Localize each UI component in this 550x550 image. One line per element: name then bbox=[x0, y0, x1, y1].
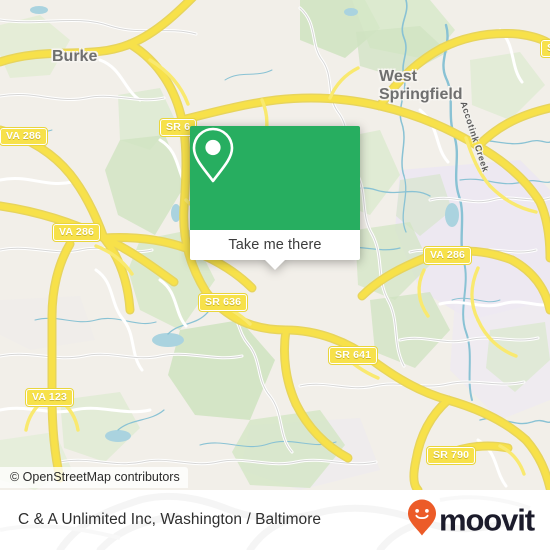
road-shield-edge-clipped[interactable]: S bbox=[539, 39, 550, 58]
moovit-logo[interactable]: moovit bbox=[407, 499, 535, 542]
osm-attribution[interactable]: © OpenStreetMap contributors bbox=[0, 467, 188, 488]
location-title: C & A Unlimited Inc, Washington / Baltim… bbox=[18, 511, 322, 528]
take-me-there-label: Take me there bbox=[228, 237, 322, 253]
moovit-wordmark: moovit bbox=[438, 502, 535, 538]
screenshot-root: Burke West Springfield Accotink Creek VA… bbox=[0, 0, 550, 550]
road-shield-va286-right[interactable]: VA 286 bbox=[422, 246, 473, 265]
road-shield-va123[interactable]: VA 123 bbox=[24, 388, 75, 407]
road-shield-sr636[interactable]: SR 636 bbox=[197, 293, 249, 312]
road-shield-va286-west[interactable]: VA 286 bbox=[0, 127, 49, 146]
road-shield-sr641[interactable]: SR 641 bbox=[327, 346, 379, 365]
take-me-there-popup[interactable]: Take me there bbox=[190, 126, 360, 270]
map-canvas[interactable]: Burke West Springfield Accotink Creek VA… bbox=[0, 0, 550, 490]
road-shield-sr790[interactable]: SR 790 bbox=[425, 446, 477, 465]
road-shield-va286-left[interactable]: VA 286 bbox=[51, 223, 102, 242]
popup-icon-area bbox=[190, 126, 360, 230]
popup-pointer-tail bbox=[264, 259, 286, 270]
popup-action-area[interactable]: Take me there bbox=[190, 230, 360, 260]
moovit-pin-icon bbox=[407, 499, 437, 542]
footer-bar: C & A Unlimited Inc, Washington / Baltim… bbox=[0, 490, 550, 550]
